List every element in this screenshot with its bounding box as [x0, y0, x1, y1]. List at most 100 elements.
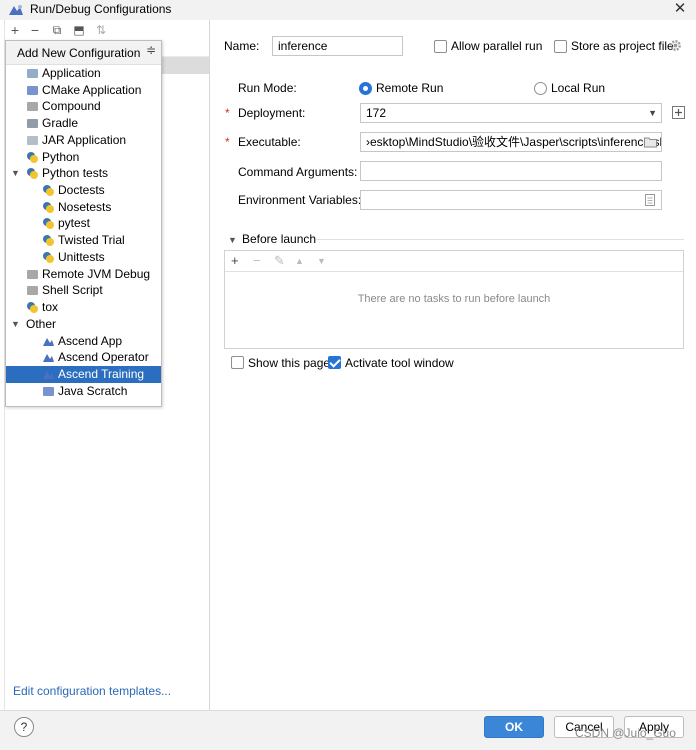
close-icon[interactable]: ✕ [672, 0, 688, 17]
python-icon [26, 151, 39, 164]
remote-run-label: Remote Run [376, 81, 444, 95]
show-this-page-checkbox[interactable] [231, 356, 244, 369]
title-bar: Run/Debug Configurations ✕ [0, 0, 696, 20]
config-type-label: Ascend Operator [58, 350, 149, 365]
deployment-value: 172 [366, 106, 387, 120]
add-configuration-icon[interactable]: + [6, 20, 24, 40]
remove-configuration-icon[interactable]: − [26, 20, 44, 40]
help-icon[interactable]: ? [14, 717, 34, 737]
config-type-label: Ascend Training [58, 366, 145, 381]
popup-title: Add New Configuration [17, 46, 141, 60]
config-type-application[interactable]: Application [6, 65, 161, 82]
config-type-label: Nosetests [58, 199, 112, 214]
python-tests-icon [26, 167, 39, 180]
deployment-select[interactable]: 172 ▼ [360, 103, 662, 123]
config-type-remote-jvm-debug[interactable]: Remote JVM Debug [6, 266, 161, 283]
environment-variables-label: Environment Variables: [238, 193, 362, 207]
config-type-twisted-trial[interactable]: Twisted Trial [6, 232, 161, 249]
shell-script-icon [26, 284, 39, 297]
gradle-icon [26, 117, 39, 130]
config-type-ascend-app[interactable]: Ascend App [6, 333, 161, 350]
tree-row[interactable] [162, 40, 210, 57]
gear-icon[interactable] [669, 39, 682, 52]
local-run-radio[interactable] [534, 82, 547, 95]
sort-configurations-icon[interactable]: ⇅ [92, 20, 110, 40]
config-type-nosetests[interactable]: Nosetests [6, 199, 161, 216]
config-type-compound[interactable]: Compound [6, 98, 161, 115]
config-type-java-scratch[interactable]: Java Scratch [6, 383, 161, 400]
before-launch-chevron-icon[interactable]: ▼ [228, 235, 237, 245]
python-test-icon [42, 251, 55, 264]
config-type-ascend-operator[interactable]: Ascend Operator [6, 349, 161, 366]
config-type-shell-script[interactable]: Shell Script [6, 282, 161, 299]
chevron-down-icon[interactable]: ▼ [11, 165, 20, 182]
config-type-label: Java Scratch [58, 383, 128, 398]
python-test-icon [42, 201, 55, 214]
required-marker: * [225, 106, 230, 120]
name-label: Name: [224, 39, 260, 53]
executable-field[interactable]: ›esktop\MindStudio\验收文件\Jasper\scripts\i… [360, 132, 662, 152]
edit-configuration-templates-link[interactable]: Edit configuration templates... [13, 684, 171, 698]
add-deployment-icon[interactable] [672, 106, 685, 119]
config-type-label: CMake Application [42, 82, 142, 97]
command-arguments-label: Command Arguments: [238, 165, 358, 179]
config-type-label: tox [42, 300, 59, 315]
ascend-config-icon [9, 5, 23, 15]
config-type-jar-application[interactable]: JAR Application [6, 132, 161, 149]
compound-icon [26, 100, 39, 113]
ascend-operator-icon [42, 351, 55, 364]
remove-task-icon[interactable]: − [253, 253, 261, 268]
activate-tool-window-checkbox[interactable] [328, 356, 341, 369]
left-toolbar: + − ⧉ ⬒ ⇅ [4, 20, 210, 42]
config-type-doctests[interactable]: Doctests [6, 182, 161, 199]
config-type-python[interactable]: Python [6, 149, 161, 166]
allow-parallel-run-checkbox[interactable] [434, 40, 447, 53]
edit-task-icon[interactable]: ✎ [274, 253, 285, 269]
move-up-icon[interactable]: ▲ [295, 256, 304, 266]
config-type-label: pytest [58, 216, 91, 231]
executable-label: Executable: [238, 135, 301, 149]
required-marker: * [225, 135, 230, 149]
store-as-project-file-checkbox[interactable] [554, 40, 567, 53]
ascend-app-icon [42, 335, 55, 348]
watermark: CSDN @Juio_Guo [575, 726, 676, 740]
collapse-all-icon[interactable]: ≑ [146, 43, 156, 57]
config-type-gradle[interactable]: Gradle [6, 115, 161, 132]
add-new-configuration-popup: Add New Configuration ≑ Application CMake… [5, 40, 162, 407]
cmake-icon [26, 84, 39, 97]
config-type-ascend-training[interactable]: Ascend Training [6, 365, 161, 383]
remote-run-radio[interactable] [359, 82, 372, 95]
config-type-cmake-application[interactable]: CMake Application [6, 82, 161, 99]
panel-divider[interactable] [209, 20, 210, 710]
config-type-python-tests[interactable]: ▼ Python tests [6, 165, 161, 182]
config-type-label: Remote JVM Debug [42, 266, 151, 281]
config-type-label: Other [26, 316, 57, 331]
copy-configuration-icon[interactable]: ⧉ [48, 20, 66, 40]
chevron-down-icon[interactable]: ▼ [11, 316, 20, 333]
before-launch-label[interactable]: Before launch [242, 232, 316, 246]
show-this-page-label: Show this page [248, 356, 331, 370]
store-as-project-file-label: Store as project file [571, 39, 674, 53]
tree-row-selected[interactable] [162, 57, 210, 74]
folder-icon[interactable] [644, 136, 657, 148]
command-arguments-field[interactable] [360, 161, 662, 181]
config-type-unittests[interactable]: Unittests [6, 249, 161, 266]
python-test-icon [42, 234, 55, 247]
config-type-other[interactable]: ▼ Other [6, 316, 161, 333]
add-task-icon[interactable]: + [231, 253, 239, 268]
config-type-label: JAR Application [42, 132, 127, 147]
config-type-label: Compound [42, 99, 101, 114]
config-type-pytest[interactable]: pytest [6, 215, 161, 232]
document-icon[interactable] [645, 194, 655, 206]
move-down-icon[interactable]: ▼ [317, 256, 326, 266]
executable-value: ›esktop\MindStudio\验收文件\Jasper\scripts\i… [366, 135, 662, 149]
python-test-icon [42, 184, 55, 197]
ascend-training-icon [42, 368, 55, 381]
environment-variables-field[interactable] [360, 190, 662, 210]
move-to-folder-icon[interactable]: ⬒ [70, 20, 88, 40]
config-type-tox[interactable]: tox [6, 299, 161, 316]
ok-button[interactable]: OK [484, 716, 544, 738]
name-field[interactable]: inference [272, 36, 403, 56]
java-scratch-icon [42, 385, 55, 398]
local-run-label: Local Run [551, 81, 606, 95]
